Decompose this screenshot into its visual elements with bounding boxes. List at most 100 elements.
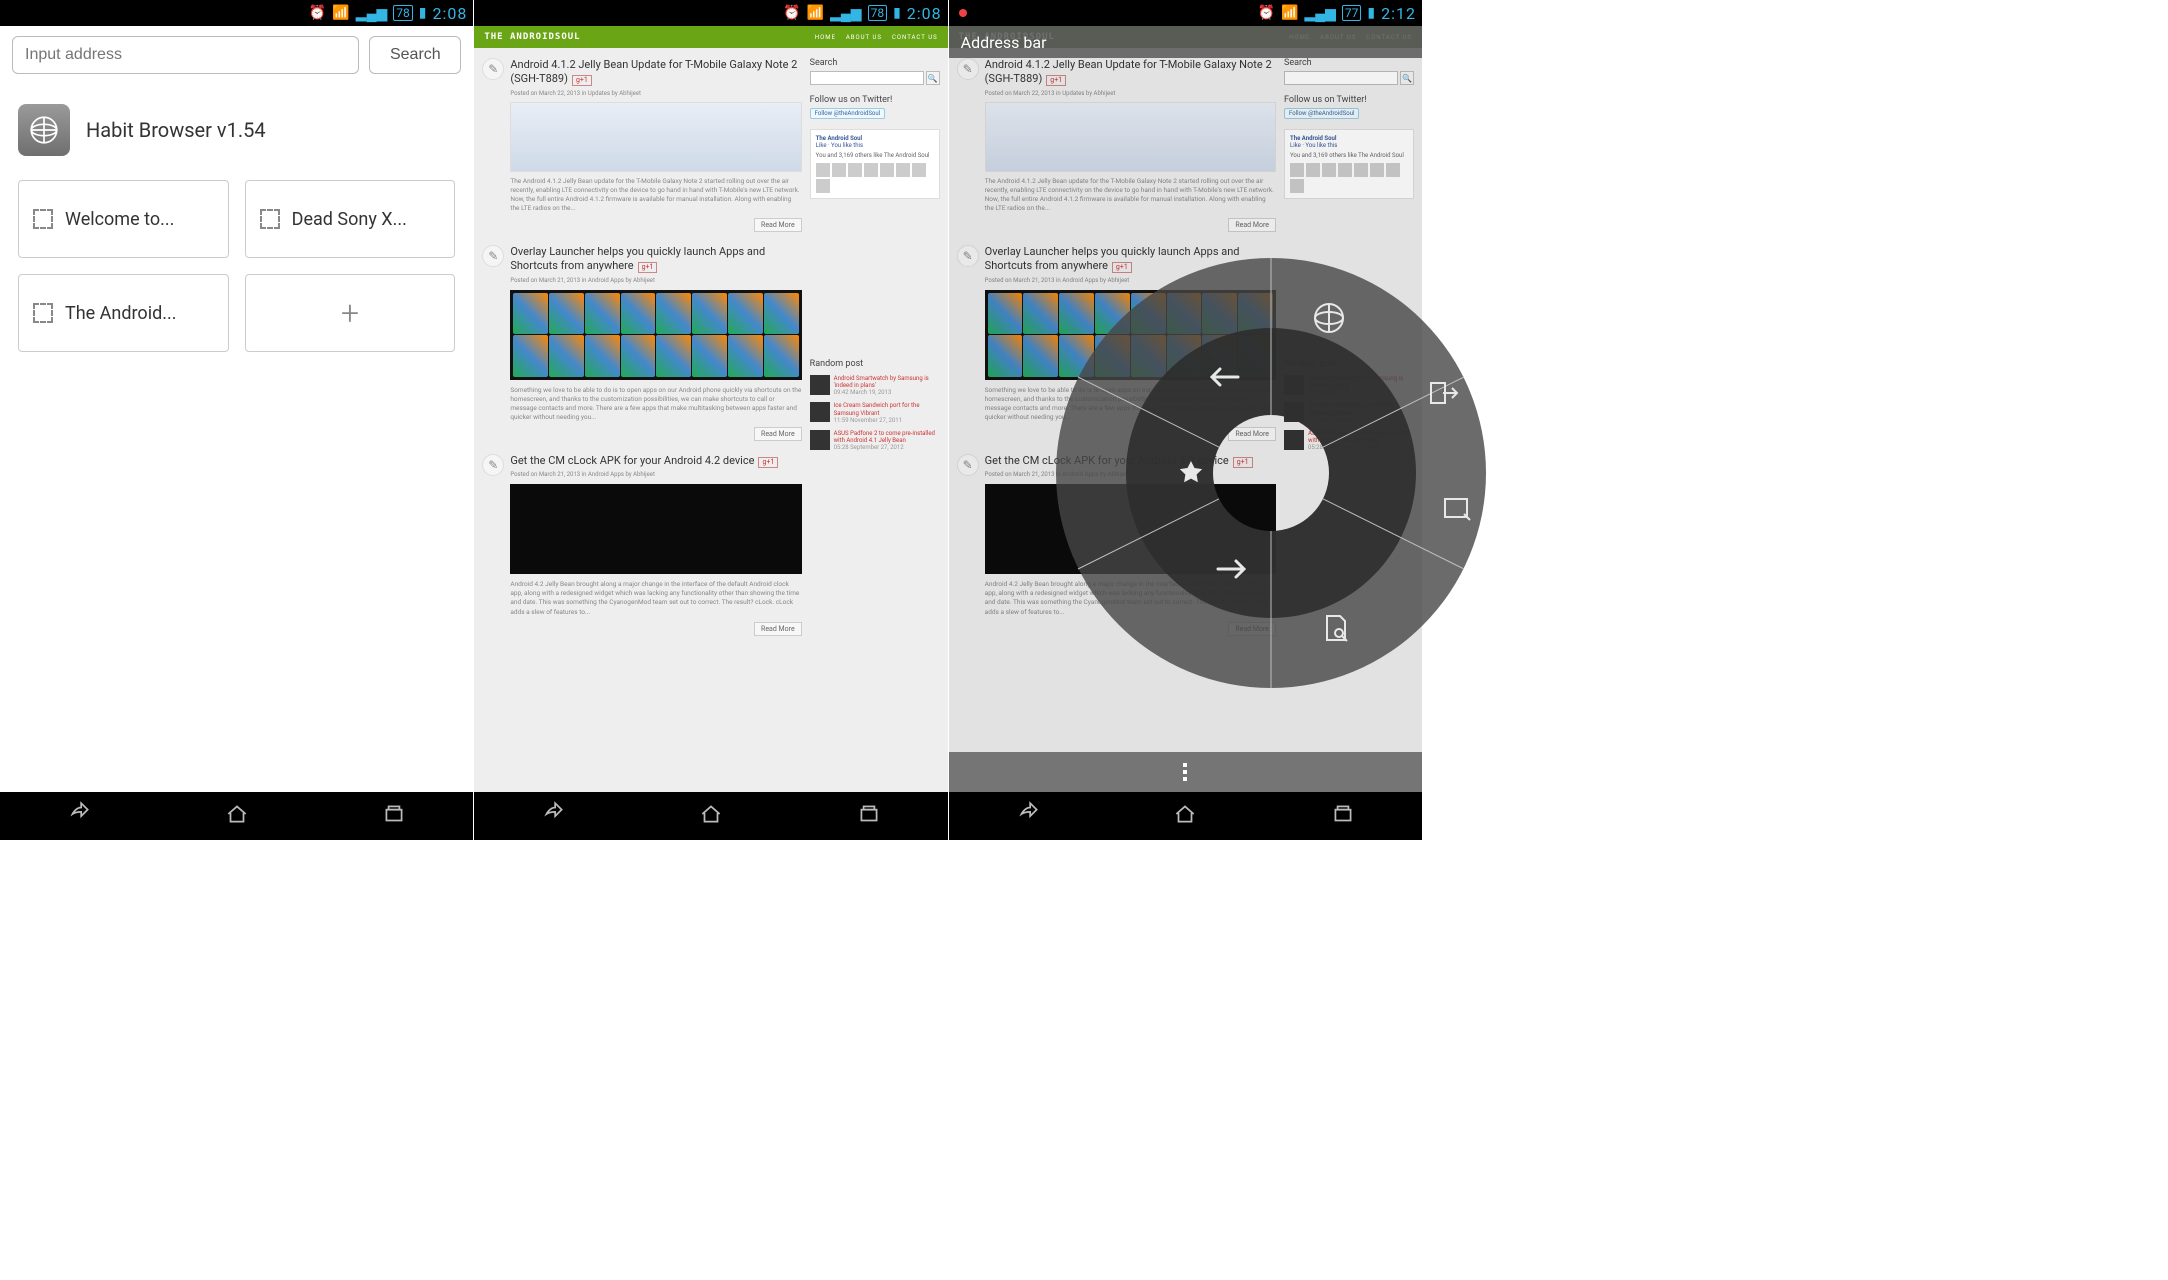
battery-icon: ▮ [893, 5, 901, 21]
article-image [510, 484, 801, 574]
sidebar-search-input[interactable] [810, 71, 924, 85]
system-nav-bar [0, 792, 473, 840]
article[interactable]: ✎ Overlay Launcher helps you quickly lau… [482, 245, 801, 442]
battery-level: 77 [1342, 5, 1362, 21]
signal-icon: ▂▄▆ [830, 5, 861, 22]
recents-icon[interactable] [1330, 801, 1356, 831]
home-icon[interactable] [224, 801, 250, 831]
pane-pie-menu: ⏰ 📶 ▂▄▆ 77 ▮ 2:12 THE ANDROIDSOUL HOMEAB… [949, 0, 1423, 840]
article-image [510, 102, 801, 172]
speed-dial-tile[interactable]: Welcome to... [18, 180, 229, 258]
pencil-icon: ✎ [482, 454, 504, 476]
nav-link[interactable]: CONTACT US [892, 34, 938, 41]
pencil-icon: ✎ [482, 245, 504, 267]
system-nav-bar [949, 792, 1422, 840]
wifi-icon: 📶 [332, 5, 349, 21]
signal-icon: ▂▄▆ [1304, 5, 1335, 22]
back-icon[interactable] [66, 801, 92, 831]
article-meta: Posted on March 21, 2013 in Android Apps… [510, 277, 801, 284]
system-nav-bar [474, 792, 947, 840]
gplus-badge[interactable]: g+1 [638, 262, 658, 273]
webpage[interactable]: THE ANDROIDSOUL HOME ABOUT US CONTACT US… [474, 26, 947, 792]
fb-like-row[interactable]: Like · You like this [816, 142, 934, 149]
clock: 2:08 [432, 4, 467, 23]
random-post-title: Random post [810, 359, 940, 369]
article[interactable]: ✎ Android 4.1.2 Jelly Bean Update for T-… [482, 58, 801, 233]
fb-like-text: You and 3,169 others like The Android So… [816, 152, 934, 159]
random-post[interactable]: Android Smartwatch by Samsung is 'indeed… [810, 375, 940, 396]
sidebar: Search 🔍 Follow us on Twitter! Follow @t… [810, 58, 940, 782]
placeholder-icon [33, 303, 53, 323]
sidebar-search-button[interactable]: 🔍 [926, 71, 940, 85]
alarm-icon: ⏰ [1258, 5, 1275, 21]
random-post[interactable]: ASUS Padfone 2 to come pre-installed wit… [810, 430, 940, 451]
twitter-title: Follow us on Twitter! [810, 95, 940, 105]
battery-level: 78 [393, 5, 413, 21]
recents-icon[interactable] [381, 801, 407, 831]
tile-label: Dead Sony X... [292, 209, 407, 230]
add-tile-button[interactable]: + [245, 274, 456, 352]
pencil-icon: ✎ [482, 58, 504, 80]
read-more-button[interactable]: Read More [754, 622, 802, 636]
pie-fullscreen-icon[interactable] [1445, 499, 1470, 520]
site-logo[interactable]: THE ANDROIDSOUL [484, 32, 580, 42]
twitter-follow-button[interactable]: Follow @theAndroidSoul [810, 108, 885, 119]
site-header: THE ANDROIDSOUL HOME ABOUT US CONTACT US [474, 26, 947, 48]
speed-dial-tile[interactable]: Dead Sony X... [245, 180, 456, 258]
alarm-icon: ⏰ [783, 5, 800, 21]
notification-icon [959, 9, 967, 17]
nav-link[interactable]: ABOUT US [846, 34, 882, 41]
placeholder-icon [260, 209, 280, 229]
home-icon[interactable] [698, 801, 724, 831]
article-image [510, 290, 801, 380]
sidebar-search-title: Search [810, 58, 940, 68]
article-title[interactable]: Android 4.1.2 Jelly Bean Update for T-Mo… [510, 58, 797, 85]
nav-link[interactable]: HOME [815, 34, 836, 41]
article-excerpt: Something we love to be able to do is to… [510, 386, 801, 422]
bottom-menu-bar[interactable] [949, 752, 1422, 792]
search-button[interactable]: Search [369, 36, 461, 74]
overflow-icon[interactable] [1183, 763, 1187, 781]
clock: 2:12 [1381, 4, 1416, 23]
webpage: THE ANDROIDSOUL HOMEABOUT USCONTACT US ✎… [949, 26, 1422, 792]
gplus-badge[interactable]: g+1 [572, 75, 592, 86]
recents-icon[interactable] [856, 801, 882, 831]
alarm-icon: ⏰ [309, 5, 326, 21]
article-title[interactable]: Get the CM cLock APK for your Android 4.… [510, 454, 754, 467]
speed-dial-tile[interactable]: The Android... [18, 274, 229, 352]
tile-label: The Android... [65, 303, 176, 324]
article-meta: Posted on March 21, 2013 in Android Apps… [510, 471, 801, 478]
tile-label: Welcome to... [65, 209, 174, 230]
read-more-button[interactable]: Read More [754, 427, 802, 441]
wifi-icon: 📶 [1281, 5, 1298, 21]
wifi-icon: 📶 [807, 5, 824, 21]
article-excerpt: Android 4.2 Jelly Bean brought along a m… [510, 580, 801, 616]
pie-exit-icon[interactable] [1431, 383, 1457, 403]
battery-icon: ▮ [419, 5, 427, 21]
address-bar-overlay[interactable]: Address bar [949, 26, 1422, 58]
signal-icon: ▂▄▆ [356, 5, 387, 22]
read-more-button[interactable]: Read More [754, 218, 802, 232]
battery-level: 78 [868, 5, 888, 21]
battery-icon: ▮ [1367, 5, 1375, 21]
page-title: Habit Browser v1.54 [86, 118, 266, 142]
article[interactable]: ✎ Get the CM cLock APK for your Android … [482, 454, 801, 637]
habit-logo-icon [18, 104, 70, 156]
fb-page-title: The Android Soul [816, 135, 934, 142]
fb-avatars [816, 163, 934, 193]
placeholder-icon [33, 209, 53, 229]
random-post[interactable]: Ice Cream Sandwich port for the Samsung … [810, 402, 940, 423]
pane-browser: ⏰ 📶 ▂▄▆ 78 ▮ 2:08 THE ANDROIDSOUL HOME A… [474, 0, 948, 840]
back-icon[interactable] [540, 801, 566, 831]
address-input[interactable] [12, 36, 359, 74]
pane-home: ⏰ 📶 ▂▄▆ 78 ▮ 2:08 Search Habit Browser v… [0, 0, 474, 840]
back-icon[interactable] [1015, 801, 1041, 831]
facebook-widget[interactable]: The Android Soul Like · You like this Yo… [810, 129, 940, 199]
status-bar: ⏰ 📶 ▂▄▆ 78 ▮ 2:08 [0, 0, 473, 26]
gplus-badge[interactable]: g+1 [758, 457, 778, 468]
home-icon[interactable] [1172, 801, 1198, 831]
article-excerpt: The Android 4.1.2 Jelly Bean update for … [510, 177, 801, 213]
status-bar: ⏰ 📶 ▂▄▆ 77 ▮ 2:12 [949, 0, 1422, 26]
clock: 2:08 [907, 4, 942, 23]
status-bar: ⏰ 📶 ▂▄▆ 78 ▮ 2:08 [474, 0, 947, 26]
